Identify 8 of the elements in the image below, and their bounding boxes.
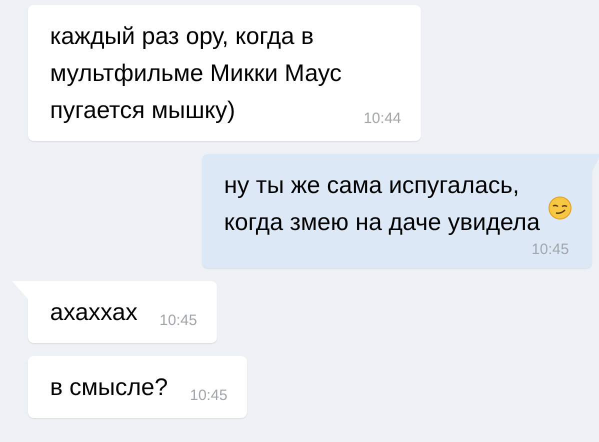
message-text: в смысле? (50, 373, 168, 403)
message-text: каждый раз ору, когда в мультфильме Микки Маус пугается мышку) (50, 22, 342, 126)
message-time: 10:45 (160, 312, 198, 329)
message-text: ну ты же сама испугалась, когда змею на даче увидела (224, 171, 540, 238)
message-time: 10:45 (531, 241, 569, 258)
message-time: 10:45 (190, 387, 228, 404)
message-time: 10:44 (364, 110, 402, 127)
message-text: ахаххах (50, 298, 138, 328)
